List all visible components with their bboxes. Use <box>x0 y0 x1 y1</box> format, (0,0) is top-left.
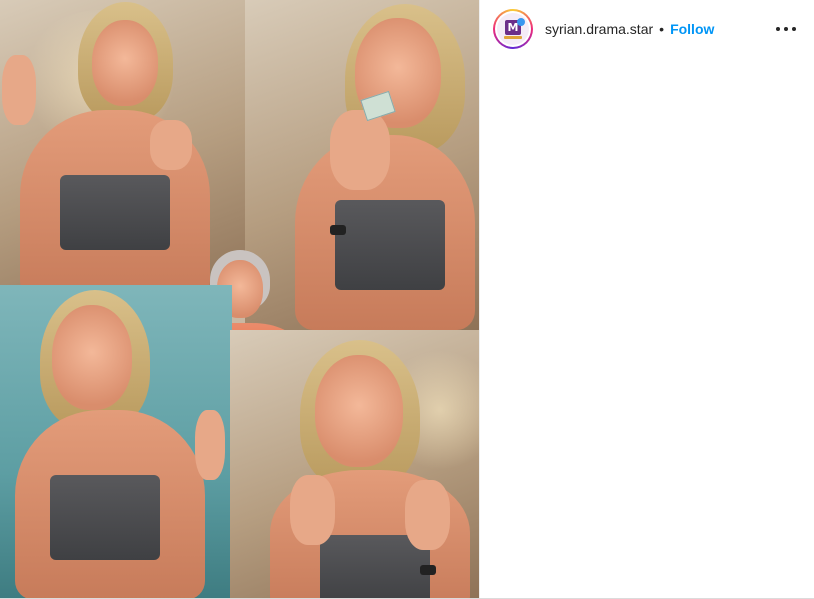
hand <box>330 110 390 190</box>
separator-dot: • <box>659 21 665 37</box>
hand <box>405 480 450 550</box>
collage-panel-bottom-right <box>230 330 479 599</box>
raised-hand <box>2 55 36 125</box>
watch <box>420 565 436 575</box>
post-image[interactable] <box>0 0 479 599</box>
post-sidebar: M syrian.drama.star • Follow <box>479 0 814 599</box>
verified-icon <box>517 18 525 26</box>
tank-top <box>50 475 160 560</box>
watch <box>330 225 346 235</box>
avatar[interactable]: M <box>497 13 529 45</box>
more-options-icon[interactable] <box>776 20 796 38</box>
dot <box>784 27 788 31</box>
tank-top <box>335 200 445 290</box>
hand <box>195 410 225 480</box>
dot <box>776 27 780 31</box>
post-header: M syrian.drama.star • Follow <box>480 0 814 58</box>
collage-panel-bottom-left <box>0 285 232 599</box>
avatar-border: M <box>495 11 531 47</box>
tank-top <box>60 175 170 250</box>
story-ring[interactable]: M <box>493 9 533 49</box>
dot <box>792 27 796 31</box>
follow-button[interactable]: Follow <box>670 21 714 37</box>
face <box>315 355 403 467</box>
face <box>52 305 132 410</box>
instagram-post: M syrian.drama.star • Follow <box>0 0 814 599</box>
hand <box>150 120 192 170</box>
username-link[interactable]: syrian.drama.star <box>545 21 653 37</box>
hand <box>290 475 335 545</box>
face <box>92 20 158 106</box>
logo-bar <box>504 36 522 39</box>
